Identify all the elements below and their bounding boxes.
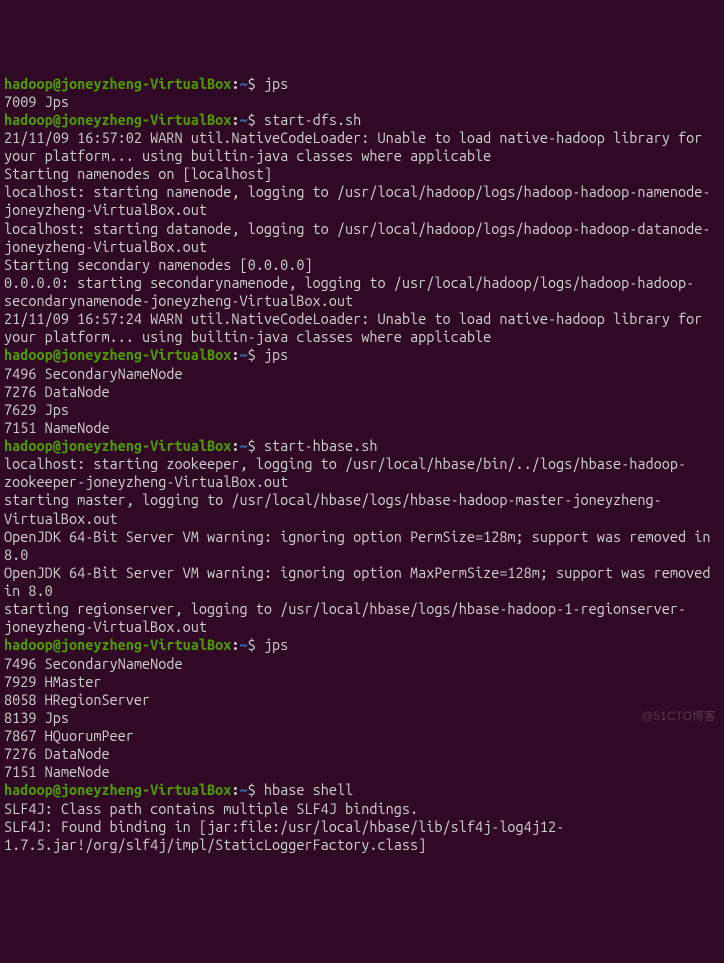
output-line: Starting secondary namenodes [0.0.0.0]: [4, 256, 720, 274]
prompt-user-host: hadoop@joneyzheng-VirtualBox: [4, 437, 231, 454]
prompt-dollar: $: [248, 437, 264, 454]
prompt-dollar: $: [248, 346, 264, 363]
output-line: Starting namenodes on [localhost]: [4, 165, 720, 183]
output-line: localhost: starting datanode, logging to…: [4, 220, 720, 256]
prompt-path: ~: [239, 75, 247, 92]
shell-prompt: hadoop@joneyzheng-VirtualBox:~$: [4, 346, 264, 363]
prompt-path: ~: [239, 781, 247, 798]
prompt-colon: :: [231, 781, 239, 798]
output-line: 7496 SecondaryNameNode: [4, 365, 720, 383]
prompt-dollar: $: [248, 111, 264, 128]
output-line: 7276 DataNode: [4, 383, 720, 401]
prompt-dollar: $: [248, 636, 264, 653]
prompt-path: ~: [239, 437, 247, 454]
prompt-user-host: hadoop@joneyzheng-VirtualBox: [4, 781, 231, 798]
prompt-dollar: $: [248, 75, 264, 92]
command-text: jps: [264, 75, 288, 92]
output-line: SLF4J: Class path contains multiple SLF4…: [4, 800, 720, 818]
shell-prompt: hadoop@joneyzheng-VirtualBox:~$: [4, 636, 264, 653]
command-line[interactable]: hadoop@joneyzheng-VirtualBox:~$ jps: [4, 636, 720, 654]
prompt-user-host: hadoop@joneyzheng-VirtualBox: [4, 636, 231, 653]
watermark-text: @51CTO博客: [641, 709, 716, 724]
shell-prompt: hadoop@joneyzheng-VirtualBox:~$: [4, 781, 264, 798]
command-text: jps: [264, 346, 288, 363]
prompt-path: ~: [239, 111, 247, 128]
prompt-path: ~: [239, 346, 247, 363]
prompt-dollar: $: [248, 781, 264, 798]
output-line: 7929 HMaster: [4, 673, 720, 691]
output-line: 21/11/09 16:57:24 WARN util.NativeCodeLo…: [4, 310, 720, 346]
output-line: starting regionserver, logging to /usr/l…: [4, 600, 720, 636]
command-line[interactable]: hadoop@joneyzheng-VirtualBox:~$ jps: [4, 75, 720, 93]
command-text: start-hbase.sh: [264, 437, 378, 454]
output-line: 8058 HRegionServer: [4, 691, 720, 709]
command-line[interactable]: hadoop@joneyzheng-VirtualBox:~$ hbase sh…: [4, 781, 720, 799]
output-line: 7867 HQuorumPeer: [4, 727, 720, 745]
command-line[interactable]: hadoop@joneyzheng-VirtualBox:~$ start-df…: [4, 111, 720, 129]
output-line: starting master, logging to /usr/local/h…: [4, 491, 720, 527]
command-line[interactable]: hadoop@joneyzheng-VirtualBox:~$ start-hb…: [4, 437, 720, 455]
output-line: OpenJDK 64-Bit Server VM warning: ignori…: [4, 528, 720, 564]
command-text: hbase shell: [264, 781, 353, 798]
output-line: 21/11/09 16:57:02 WARN util.NativeCodeLo…: [4, 129, 720, 165]
output-line: SLF4J: Found binding in [jar:file:/usr/l…: [4, 818, 720, 854]
prompt-user-host: hadoop@joneyzheng-VirtualBox: [4, 111, 231, 128]
output-line: 0.0.0.0: starting secondarynamenode, log…: [4, 274, 720, 310]
shell-prompt: hadoop@joneyzheng-VirtualBox:~$: [4, 111, 264, 128]
output-line: 7151 NameNode: [4, 763, 720, 781]
shell-prompt: hadoop@joneyzheng-VirtualBox:~$: [4, 75, 264, 92]
output-line: 7009 Jps: [4, 93, 720, 111]
output-line: OpenJDK 64-Bit Server VM warning: ignori…: [4, 564, 720, 600]
output-line: 8139 Jps: [4, 709, 720, 727]
output-line: 7151 NameNode: [4, 419, 720, 437]
output-line: 7629 Jps: [4, 401, 720, 419]
prompt-user-host: hadoop@joneyzheng-VirtualBox: [4, 346, 231, 363]
terminal-window[interactable]: hadoop@joneyzheng-VirtualBox:~$ jps7009 …: [4, 75, 720, 854]
command-text: jps: [264, 636, 288, 653]
prompt-user-host: hadoop@joneyzheng-VirtualBox: [4, 75, 231, 92]
output-line: 7496 SecondaryNameNode: [4, 655, 720, 673]
prompt-path: ~: [239, 636, 247, 653]
output-line: localhost: starting namenode, logging to…: [4, 183, 720, 219]
command-text: start-dfs.sh: [264, 111, 361, 128]
output-line: localhost: starting zookeeper, logging t…: [4, 455, 720, 491]
command-line[interactable]: hadoop@joneyzheng-VirtualBox:~$ jps: [4, 346, 720, 364]
output-line: 7276 DataNode: [4, 745, 720, 763]
shell-prompt: hadoop@joneyzheng-VirtualBox:~$: [4, 437, 264, 454]
